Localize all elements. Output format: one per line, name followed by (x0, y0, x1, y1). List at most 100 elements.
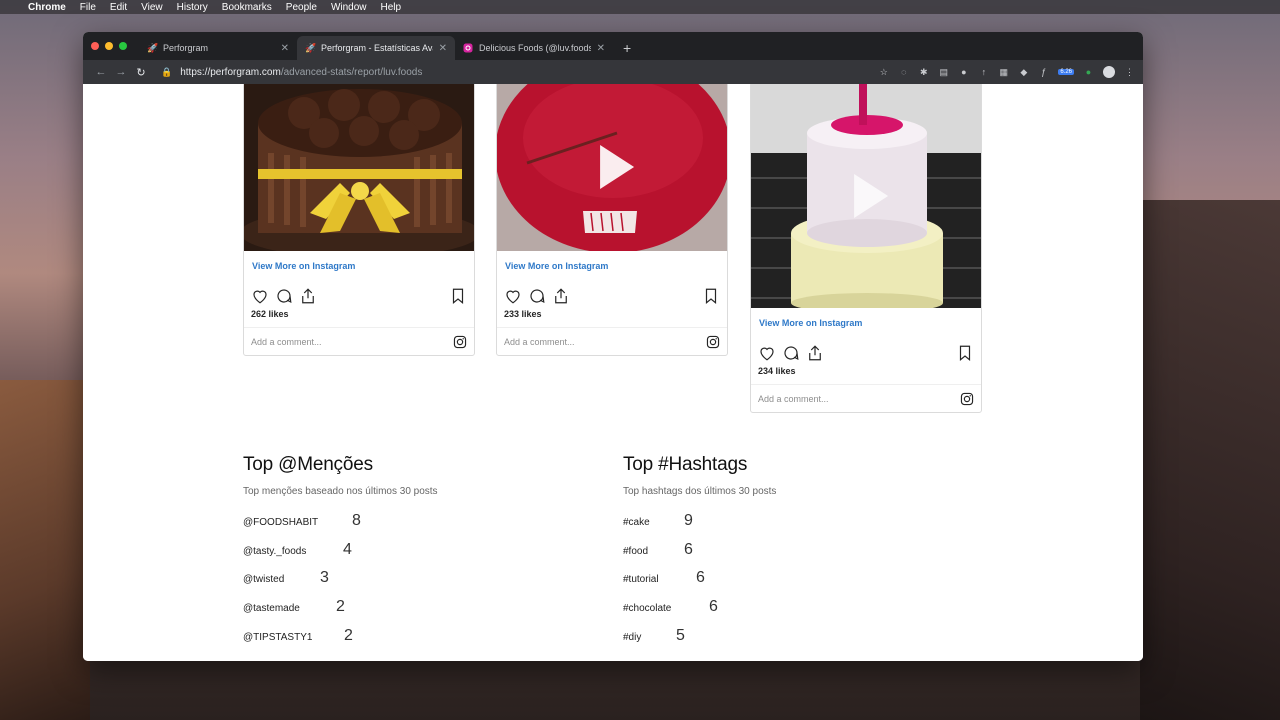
heart-icon[interactable] (251, 287, 269, 305)
hashtag-row: #tutorial 6 (623, 569, 776, 598)
share-icon[interactable] (552, 287, 570, 305)
top-hashtags-section: Top #Hashtags Top hashtags dos últimos 3… (623, 454, 776, 655)
star-icon[interactable]: ☆ (878, 67, 889, 78)
comment-icon[interactable] (275, 287, 293, 305)
menu-people[interactable]: People (286, 2, 317, 13)
hashtags-subtitle: Top hashtags dos últimos 30 posts (623, 486, 777, 497)
menu-help[interactable]: Help (381, 2, 402, 13)
likes-count: 234 likes (758, 366, 796, 376)
gear-icon[interactable]: ✱ (918, 67, 929, 78)
post-card: View More on Instagram 233 likes Add a c… (496, 84, 728, 356)
mac-menubar: Chrome File Edit View History Bookmarks … (0, 0, 1280, 14)
tab-perforgram-stats[interactable]: 🚀 Perforgram - Estatísticas Avan ✕ (297, 36, 455, 60)
mention-tag[interactable]: @tasty._foods (243, 546, 343, 557)
mention-tag[interactable]: @tastemade (243, 603, 336, 614)
menu-kebab-icon[interactable]: ⋮ (1124, 67, 1135, 78)
comment-icon[interactable] (782, 344, 800, 362)
hashtags-title: Top #Hashtags (623, 454, 748, 475)
view-more-link[interactable]: View More on Instagram (751, 308, 981, 336)
mention-row: @FOODSHABIT 8 (243, 512, 438, 541)
close-icon[interactable]: ✕ (439, 43, 447, 54)
post-video[interactable] (751, 84, 981, 308)
address-bar[interactable]: 🔒 https://perforgram.com/advanced-stats/… (151, 63, 851, 81)
close-window-button[interactable] (91, 42, 99, 50)
heart-icon[interactable] (504, 287, 522, 305)
hashtag-count: 6 (684, 540, 693, 558)
play-icon[interactable] (854, 173, 889, 218)
instagram-icon[interactable] (960, 392, 974, 406)
mention-row: @twisted 3 (243, 569, 438, 598)
menu-chrome[interactable]: Chrome (28, 2, 66, 13)
tab-perforgram[interactable]: 🚀 Perforgram ✕ (139, 36, 297, 60)
view-more-link[interactable]: View More on Instagram (497, 251, 727, 279)
mention-count: 2 (344, 626, 353, 644)
new-tab-button[interactable]: + (613, 36, 641, 60)
bookmark-icon[interactable] (702, 287, 720, 305)
tab-delicious-foods[interactable]: Delicious Foods (@luv.foods) · ✕ (455, 36, 613, 60)
grammarly-icon[interactable]: ● (1083, 67, 1094, 78)
comment-field[interactable]: Add a comment... (751, 384, 981, 412)
extension-badge[interactable]: 6.26 (1058, 69, 1074, 75)
browser-window: 🚀 Perforgram ✕ 🚀 Perforgram - Estatístic… (83, 32, 1143, 661)
shield-icon[interactable]: ◆ (1018, 67, 1029, 78)
hashtag-count: 5 (676, 626, 685, 644)
function-icon[interactable]: ƒ (1038, 67, 1049, 78)
close-icon[interactable]: ✕ (281, 43, 289, 54)
post-card: View More on Instagram 234 likes Add a c… (750, 84, 982, 413)
hashtag-row: #diy 5 (623, 627, 776, 656)
post-video[interactable] (497, 84, 727, 251)
top-mentions-section: Top @Menções Top menções baseado nos últ… (243, 454, 438, 655)
tab-strip: 🚀 Perforgram ✕ 🚀 Perforgram - Estatístic… (83, 32, 1143, 60)
mention-tag[interactable]: @TIPSTASTY1 (243, 632, 344, 643)
share-icon[interactable] (806, 344, 824, 362)
comment-placeholder: Add a comment... (758, 393, 829, 404)
cookie-icon[interactable]: ● (958, 67, 969, 78)
post-card: View More on Instagram 262 likes Add a c… (243, 84, 475, 356)
share-icon[interactable] (299, 287, 317, 305)
minimize-window-button[interactable] (105, 42, 113, 50)
menu-file[interactable]: File (80, 2, 96, 13)
bookmark-icon[interactable] (956, 344, 974, 362)
close-icon[interactable]: ✕ (597, 43, 605, 54)
hashtag-row: #cake 9 (623, 512, 776, 541)
extension-icon[interactable]: ◌ (898, 67, 909, 78)
instagram-icon[interactable] (706, 335, 720, 349)
view-more-link[interactable]: View More on Instagram (244, 251, 474, 279)
comment-field[interactable]: Add a comment... (244, 327, 474, 355)
profile-avatar[interactable] (1103, 66, 1115, 78)
forward-arrow-icon[interactable]: → (111, 66, 131, 78)
bookmark-icon[interactable] (449, 287, 467, 305)
menu-history[interactable]: History (177, 2, 208, 13)
hashtag-tag[interactable]: #diy (623, 632, 676, 643)
hashtag-tag[interactable]: #cake (623, 517, 684, 528)
mention-row: @TIPSTASTY1 2 (243, 627, 438, 656)
comment-icon[interactable] (528, 287, 546, 305)
mentions-subtitle: Top menções baseado nos últimos 30 posts (243, 486, 438, 497)
hashtag-tag[interactable]: #tutorial (623, 574, 696, 585)
window-controls (91, 42, 127, 50)
instagram-icon[interactable] (453, 335, 467, 349)
reload-icon[interactable]: ↻ (131, 66, 151, 79)
mention-tag[interactable]: @FOODSHABIT (243, 517, 352, 528)
menu-view[interactable]: View (141, 2, 163, 13)
comment-field[interactable]: Add a comment... (497, 327, 727, 355)
mention-tag[interactable]: @twisted (243, 574, 320, 585)
pin-icon[interactable]: ↑ (978, 67, 989, 78)
hashtag-count: 9 (684, 512, 693, 529)
menu-bookmarks[interactable]: Bookmarks (222, 2, 272, 13)
menu-window[interactable]: Window (331, 2, 367, 13)
hashtag-row: #food 6 (623, 541, 776, 570)
zoom-window-button[interactable] (119, 42, 127, 50)
hashtag-tag[interactable]: #food (623, 546, 684, 557)
menu-edit[interactable]: Edit (110, 2, 127, 13)
post-image[interactable] (244, 84, 474, 251)
document-icon[interactable]: ▤ (938, 67, 949, 78)
hashtag-count: 6 (709, 598, 718, 616)
play-icon[interactable] (600, 145, 635, 189)
desktop-wallpaper-right (1140, 200, 1280, 720)
hashtag-tag[interactable]: #chocolate (623, 603, 709, 614)
heart-icon[interactable] (758, 344, 776, 362)
code-icon[interactable]: ▦ (998, 67, 1009, 78)
back-arrow-icon[interactable]: ← (91, 66, 111, 78)
mention-count: 2 (336, 598, 345, 616)
